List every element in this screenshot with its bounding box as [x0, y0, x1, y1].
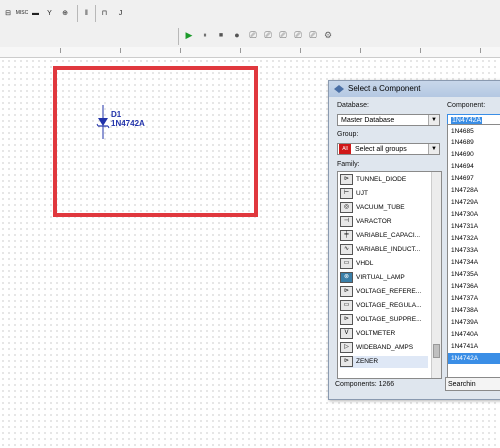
group-select[interactable]: All Select all groups ▼ [337, 143, 440, 155]
family-item[interactable]: ⊳ TUNNEL_DIODE [340, 174, 428, 186]
chevron-down-icon: ▼ [428, 115, 439, 125]
varactor-icon: ⊣ [340, 216, 353, 227]
component-label: Component: [447, 102, 486, 109]
toolbar-separator [95, 5, 96, 22]
run-icon[interactable]: ▶ [183, 29, 195, 42]
stop-icon[interactable]: ■ [215, 29, 227, 42]
zener-icon: ⊳ [340, 356, 353, 367]
family-item[interactable]: ▭ VOLTAGE_REGULA... [340, 300, 428, 312]
family-item[interactable]: ⊢ UJT [340, 188, 428, 200]
voltage-suppressor-icon: ⊳ [340, 314, 353, 325]
dialog-status-bar: Components: 1266 Searchin [331, 377, 500, 397]
toolbar-button-7[interactable]: ⊓ [99, 7, 110, 20]
probe-icon[interactable]: ● [231, 29, 243, 42]
group-label: Group: [337, 131, 359, 138]
list-item[interactable]: 1N4738A [451, 305, 478, 316]
main-toolbar: ⊟ MISC ▬ Y ⊕ ‖ ⊓ J [0, 0, 500, 26]
vhdl-icon: ▭ [340, 258, 353, 269]
family-item[interactable]: ▷ WIDEBAND_AMPS [340, 342, 428, 354]
dialog-title: Select a Component [348, 84, 421, 93]
search-button[interactable]: Searchin [445, 377, 500, 391]
toolbar-button-misc[interactable]: MISC [15, 7, 29, 20]
chevron-down-icon: ▼ [428, 144, 439, 154]
part-value: 1N4742A [111, 119, 145, 128]
list-item[interactable]: 1N4694 [451, 161, 474, 172]
list-item[interactable]: 1N4733A [451, 245, 478, 256]
component-value: 1N4742A [451, 117, 483, 124]
toolbar-button-antenna[interactable]: Y [44, 7, 55, 20]
list-item[interactable]: 1N4690 [451, 149, 474, 160]
top-ruler [0, 47, 500, 58]
toolbar-separator [178, 28, 179, 45]
database-label: Database: [337, 102, 369, 109]
list-item[interactable]: 1N4736A [451, 281, 478, 292]
dialog-titlebar[interactable]: Select a Component [329, 81, 500, 97]
pause-icon[interactable]: ⏸ [199, 29, 211, 42]
family-list[interactable]: ⊳ TUNNEL_DIODE ⊢ UJT ◎ VACUUM_TUBE ⊣ VARACTO… [337, 171, 442, 379]
part-reference: D1 [111, 110, 122, 119]
lamp-icon: ⊗ [340, 272, 353, 283]
zener-diode-symbol[interactable] [95, 105, 111, 140]
family-item[interactable]: ⊣ VARACTOR [340, 216, 428, 228]
list-item[interactable]: 1N4689 [451, 137, 474, 148]
list-item[interactable]: 1N4731A [451, 221, 478, 232]
simulation-toolbar: ▶ ⏸ ■ ● ⎚ ⎚ ⎚ ⎚ ⎚ ⚙ [0, 25, 500, 48]
family-label: Family: [337, 161, 360, 168]
list-item-selected[interactable]: 1N4742A [448, 353, 500, 364]
group-value: Select all groups [354, 146, 407, 153]
highlight-box [53, 66, 258, 217]
variable-inductor-icon: ∿ [340, 244, 353, 255]
step-icon[interactable]: ⎚ [262, 29, 274, 42]
family-item[interactable]: V VOLTMETER [340, 328, 428, 340]
vacuum-tube-icon: ◎ [340, 202, 353, 213]
step-icon[interactable]: ⎚ [307, 29, 319, 42]
wideband-amp-icon: ▷ [340, 342, 353, 353]
family-scrollbar[interactable] [431, 172, 441, 378]
list-item[interactable]: 1N4741A [451, 341, 478, 352]
ujt-icon: ⊢ [340, 188, 353, 199]
settings-icon[interactable]: ⚙ [322, 29, 334, 42]
family-item[interactable]: ∿ VARIABLE_INDUCT... [340, 244, 428, 256]
tunnel-diode-icon: ⊳ [340, 174, 353, 185]
toolbar-button-1[interactable]: ⊟ [2, 7, 14, 20]
family-item[interactable]: ⊳ VOLTAGE_REFERE... [340, 286, 428, 298]
voltage-reference-icon: ⊳ [340, 286, 353, 297]
step-icon[interactable]: ⎚ [292, 29, 304, 42]
family-item[interactable]: ╪ VARIABLE_CAPACI... [340, 230, 428, 242]
step-icon[interactable]: ⎚ [247, 29, 259, 42]
list-item[interactable]: 1N4697 [451, 173, 474, 184]
toolbar-button-8[interactable]: J [115, 7, 126, 20]
list-item[interactable]: 1N4728A [451, 185, 478, 196]
toolbar-button-5[interactable]: ⊕ [58, 7, 72, 20]
toolbar-button-6[interactable]: ‖ [81, 7, 92, 20]
list-item[interactable]: 1N4730A [451, 209, 478, 220]
components-count: Components: 1266 [335, 381, 395, 388]
family-item[interactable]: ▭ VHDL [340, 258, 428, 270]
variable-capacitor-icon: ╪ [340, 230, 353, 241]
component-list[interactable]: 1N4685 1N4689 1N4690 1N4694 1N4697 1N472… [447, 124, 500, 379]
voltage-regulator-icon: ▭ [340, 300, 353, 311]
group-all-icon: All [339, 144, 351, 154]
voltmeter-icon: V [340, 328, 353, 339]
list-item[interactable]: 1N4737A [451, 293, 478, 304]
database-value: Master Database [341, 117, 395, 124]
dialog-icon [334, 85, 344, 93]
list-item[interactable]: 1N4734A [451, 257, 478, 268]
list-item[interactable]: 1N4732A [451, 233, 478, 244]
list-item[interactable]: 1N4740A [451, 329, 478, 340]
family-item[interactable]: ◎ VACUUM_TUBE [340, 202, 428, 214]
list-item[interactable]: 1N4739A [451, 317, 478, 328]
scrollbar-thumb[interactable] [433, 344, 440, 358]
step-icon[interactable]: ⎚ [277, 29, 289, 42]
family-item[interactable]: ⊗ VIRTUAL_LAMP [340, 272, 428, 284]
toolbar-separator [77, 5, 78, 22]
select-component-dialog: Select a Component Database: Master Data… [328, 80, 500, 400]
list-item[interactable]: 1N4735A [451, 269, 478, 280]
database-select[interactable]: Master Database ▼ [337, 114, 440, 126]
list-item[interactable]: 1N4729A [451, 197, 478, 208]
family-item[interactable]: ⊳ VOLTAGE_SUPPRE... [340, 314, 428, 326]
family-item-selected[interactable]: ⊳ ZENER [340, 356, 428, 368]
toolbar-button-3[interactable]: ▬ [30, 7, 41, 20]
list-item[interactable]: 1N4685 [451, 126, 474, 137]
